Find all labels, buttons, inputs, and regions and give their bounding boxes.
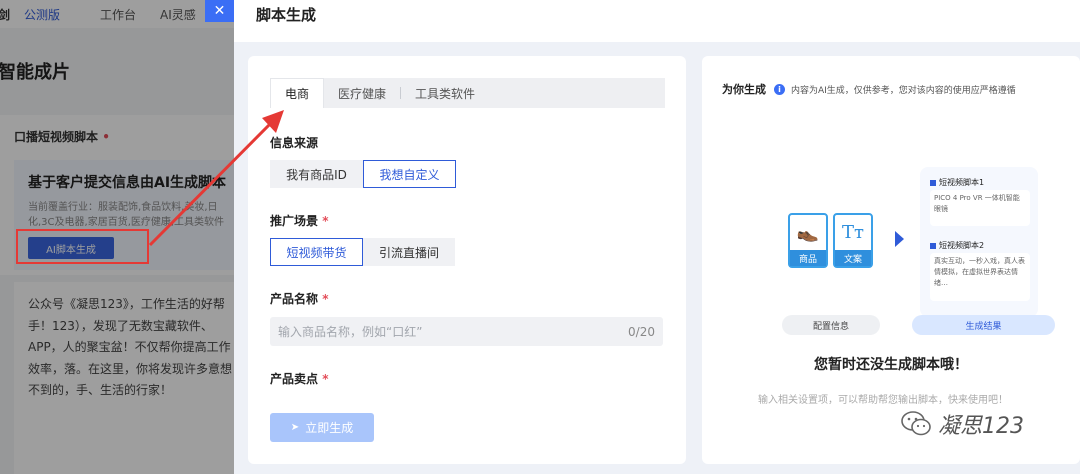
product-card: 👞 商品: [788, 213, 828, 268]
required-mark: *: [322, 292, 329, 306]
text-card-label: 文案: [835, 250, 871, 266]
product-name-label: 产品名称 *: [270, 290, 328, 307]
watermark-text: 凝思123: [938, 414, 1024, 439]
source-option-custom[interactable]: 我想自定义: [363, 160, 456, 188]
scene-segmented: 短视频带货 引流直播间: [270, 238, 455, 266]
script1-title: 短视频脚本1: [930, 177, 984, 188]
text-type-icon: Tт: [842, 221, 864, 243]
scene-option-live-room[interactable]: 引流直播间: [363, 238, 455, 266]
info-icon: i: [774, 83, 785, 95]
product-card-label: 商品: [790, 250, 826, 266]
source-label-text: 信息来源: [270, 136, 319, 150]
send-icon: ➤: [290, 422, 300, 433]
drawer-header: 脚本生成: [234, 0, 1080, 42]
industry-tabs: 电商 医疗健康 工具类软件: [270, 78, 665, 108]
generate-button-label: 立即生成: [305, 421, 354, 435]
shoe-icon: 👞: [796, 221, 820, 243]
script1-body: PICO 4 Pro VR 一体机智能眼镜: [930, 190, 1030, 226]
annotation-highlight-box: [16, 229, 149, 264]
selling-point-label: 产品卖点 *: [270, 370, 328, 387]
empty-title: 您暂时还没生成脚本哦！: [814, 357, 968, 373]
char-counter: 0/20: [628, 324, 655, 339]
tab-medical-health[interactable]: 医疗健康: [324, 78, 400, 108]
empty-illustration: 👞 商品 Tт 文案 短视频脚本1 PICO 4 Pro VR 一体机智能眼镜 …: [772, 151, 1062, 341]
required-mark: *: [322, 214, 329, 228]
tab-tool-software[interactable]: 工具类软件: [401, 78, 489, 108]
product-name-input[interactable]: [278, 324, 629, 339]
result-title: 为你生成: [722, 83, 766, 96]
result-preview-card: 短视频脚本1 PICO 4 Pro VR 一体机智能眼镜 短视频脚本2 真实互动…: [920, 167, 1038, 317]
scene-label-text: 推广场景: [270, 214, 319, 228]
source-segmented: 我有商品ID 我想自定义: [270, 160, 456, 188]
source-label: 信息来源: [270, 134, 318, 151]
script2-body: 真实互动，一秒入戏，真人表情模拟，在虚拟世界表达情绪…: [930, 253, 1030, 301]
ai-notice: 内容为AI生成，仅供参考，您对该内容的使用应严格遵循: [791, 85, 1016, 96]
script1-text: PICO 4 Pro VR 一体机智能眼镜: [934, 194, 1020, 213]
script2-title: 短视频脚本2: [930, 240, 984, 251]
drawer-title: 脚本生成: [256, 6, 317, 24]
text-card: Tт 文案: [833, 213, 873, 268]
source-option-product-id[interactable]: 我有商品ID: [270, 160, 363, 188]
result-header: 为你生成 i 内容为AI生成，仅供参考，您对该内容的使用应严格遵循: [722, 81, 1016, 97]
close-icon[interactable]: ✕: [205, 0, 234, 22]
wechat-icon: [901, 411, 931, 436]
config-info-pill: 配置信息: [782, 315, 880, 335]
doc-icon: [930, 242, 936, 249]
result-pill: 生成结果: [912, 315, 1055, 335]
form-panel: 电商 医疗健康 工具类软件 信息来源 我有商品ID 我想自定义 推广场景 * 短…: [248, 56, 686, 464]
selling-point-label-text: 产品卖点: [270, 372, 319, 386]
required-mark: *: [322, 372, 329, 386]
script2-title-text: 短视频脚本2: [939, 241, 985, 250]
scene-label: 推广场景 *: [270, 212, 328, 229]
scene-option-short-video[interactable]: 短视频带货: [270, 238, 363, 266]
script1-title-text: 短视频脚本1: [939, 178, 985, 187]
script-drawer: 脚本生成 电商 医疗健康 工具类软件 信息来源 我有商品ID 我想自定义 推广场…: [234, 0, 1080, 474]
arrow-right-icon: [895, 231, 904, 247]
generate-button[interactable]: ➤ 立即生成: [270, 413, 374, 442]
doc-icon: [930, 179, 936, 186]
empty-hint: 输入相关设置项，可以帮助帮您输出脚本，快来使用吧！: [758, 395, 1008, 406]
product-name-field: 0/20: [270, 317, 663, 346]
watermark: 凝思123: [900, 408, 1024, 440]
result-panel: 为你生成 i 内容为AI生成，仅供参考，您对该内容的使用应严格遵循 👞 商品 T…: [702, 56, 1080, 464]
script2-text: 真实互动，一秒入戏，真人表情模拟，在虚拟世界表达情绪…: [934, 257, 1025, 287]
tab-ecommerce[interactable]: 电商: [270, 78, 325, 108]
product-name-label-text: 产品名称: [270, 292, 319, 306]
